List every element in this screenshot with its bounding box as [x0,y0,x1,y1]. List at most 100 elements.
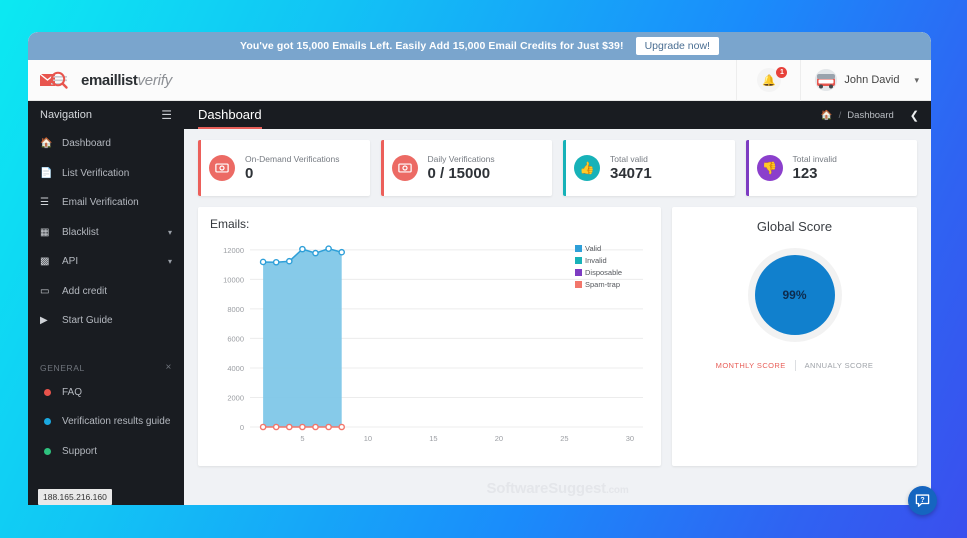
svg-text:6000: 6000 [227,335,244,344]
hamburger-icon[interactable]: ☰ [161,108,172,122]
sidebar-heading-label: Navigation [40,109,92,121]
stat-card-total-invalid: 👎 Total invalid 123 [745,140,917,196]
stat-card-value: 123 [792,165,818,183]
chevron-down-icon: ▾ [914,74,919,85]
tab-annual-score[interactable]: ANNUALY SCORE [805,361,874,370]
page-title: Dashboard [198,101,262,129]
sidebar-general-label: GENERAL [40,362,85,373]
body: Navigation ☰ 🏠 Dashboard 📄 List Verifica… [28,101,931,505]
chevron-left-icon[interactable]: ❮ [910,109,919,122]
watermark-suffix: .com [605,485,629,496]
brand-text: emaillistverify [81,72,172,89]
stat-card-label: Total invalid [792,153,837,164]
stat-card-on-demand-verifications: On-Demand Verifications 0 [198,140,370,196]
breadcrumb: 🏠 / Dashboard ❮ [821,109,919,122]
sidebar-item-list-verification[interactable]: 📄 List Verification [28,159,184,189]
sidebar-item-start-guide[interactable]: ▶ Start Guide [28,306,184,336]
sidebar: Navigation ☰ 🏠 Dashboard 📄 List Verifica… [28,101,184,505]
watermark-main: SoftwareSuggest [486,480,606,497]
watermark: SoftwareSuggest.com [184,480,931,497]
sidebar-item-label: FAQ [62,386,83,398]
stat-card-label: Total valid [610,153,648,164]
svg-text:12000: 12000 [223,246,244,255]
avatar [815,69,838,91]
stat-card-value: 0 [245,165,254,183]
svg-text:Spam-trap: Spam-trap [585,280,620,289]
home-icon: 🏠 [40,138,53,150]
sidebar-item-label: Dashboard [62,138,111,150]
score-tabs: MONTHLY SCORE ANNUALY SCORE [716,360,874,371]
money-icon [391,155,418,181]
top-header-bar: emaillistverify 🔔 1 John David ▾ [28,59,931,101]
upgrade-now-button[interactable]: Upgrade now! [635,37,719,55]
svg-text:5: 5 [300,434,304,443]
stat-card-label: On-Demand Verifications [245,153,340,164]
global-score-title: Global Score [756,219,833,234]
emails-chart-panel: Emails: 0 2000 4000 6000 8000 10000 12000 5 10 15… [198,207,661,466]
sidebar-item-label: List Verification [62,167,130,179]
sidebar-item-api[interactable]: ▩ API ▾ [28,247,184,277]
brand-bold: emaillist [81,71,138,89]
svg-text:Invalid: Invalid [585,256,607,265]
sidebar-item-verification-results-guide[interactable]: Verification results guide [28,407,184,437]
global-score-panel: Global Score 99% MONTHLY SCORE ANNUALY S… [672,207,917,466]
content-area: On-Demand Verifications 0 Daily Verifica… [184,129,931,505]
home-icon[interactable]: 🏠 [821,110,833,121]
user-name: John David [844,74,900,86]
svg-text:30: 30 [626,434,634,443]
help-button[interactable]: ? [908,486,937,515]
brand-italic: verify [137,71,173,89]
breadcrumb-current: Dashboard [847,109,894,121]
sidebar-item-add-credit[interactable]: ▭ Add credit [28,277,184,307]
tab-monthly-score[interactable]: MONTHLY SCORE [716,361,786,370]
app-window: You've got 15,000 Emails Left. Easily Ad… [28,32,931,505]
brand-logo[interactable]: emaillistverify [28,70,184,90]
money-icon [209,155,235,181]
sidebar-general-heading: GENERAL × [28,358,184,378]
notifications-button[interactable]: 🔔 1 [736,59,800,101]
close-icon[interactable]: × [166,362,172,373]
file-icon: 📄 [40,167,53,179]
sidebar-item-label: Verification results guide [62,416,171,428]
svg-text:2000: 2000 [227,394,244,403]
code-file-icon: ▩ [40,256,50,268]
help-chat-icon: ? [915,494,930,507]
sidebar-item-label: Add credit [62,285,108,297]
stat-cards: On-Demand Verifications 0 Daily Verifica… [198,140,917,196]
stat-card-text: Total valid 34071 [610,154,652,182]
stat-card-text: On-Demand Verifications 0 [245,154,340,182]
panels-row: Emails: 0 2000 4000 6000 8000 10000 12000 5 10 15… [198,207,917,466]
sidebar-item-faq[interactable]: FAQ [28,378,184,408]
list-icon: ☰ [40,197,49,209]
svg-text:0: 0 [240,423,244,432]
stat-card-text: Daily Verifications 0 / 15000 [428,154,495,182]
sidebar-item-label: Blacklist [62,226,99,238]
sidebar-item-label: Support [62,445,98,457]
chart-title: Emails: [210,217,250,231]
stat-card-text: Total invalid 123 [793,154,837,182]
score-value: 99% [754,255,835,335]
thumbs-up-icon: 👍 [574,155,600,181]
sidebar-heading: Navigation ☰ [28,101,184,129]
emails-area-chart[interactable]: 0 2000 4000 6000 8000 10000 12000 5 10 15 20 25 30 Va… [206,231,653,453]
stat-card-value: 0 / 15000 [427,165,491,183]
svg-text:Disposable: Disposable [585,268,622,277]
notification-badge: 1 [776,66,788,78]
svg-text:10000: 10000 [223,276,244,285]
sidebar-item-email-verification[interactable]: ☰ Email Verification [28,188,184,218]
sidebar-item-dashboard[interactable]: 🏠 Dashboard [28,129,184,159]
sidebar-item-label: Start Guide [62,315,113,327]
sidebar-item-label: Email Verification [62,197,139,209]
user-menu[interactable]: John David ▾ [800,59,931,101]
stat-card-total-valid: 👍 Total valid 34071 [563,140,735,196]
svg-text:4000: 4000 [227,364,244,373]
page-header: Dashboard 🏠 / Dashboard ❮ [184,101,931,129]
ip-tooltip: 188.165.216.160 [38,489,112,505]
video-icon: ▶ [40,315,48,327]
sidebar-item-blacklist[interactable]: ▦ Blacklist ▾ [28,218,184,248]
sidebar-item-support[interactable]: Support [28,437,184,467]
svg-text:10: 10 [364,434,372,443]
stat-card-label: Daily Verifications [427,153,495,164]
promo-text: You've got 15,000 Emails Left. Easily Ad… [240,40,624,52]
window-icon: ▦ [40,226,50,238]
